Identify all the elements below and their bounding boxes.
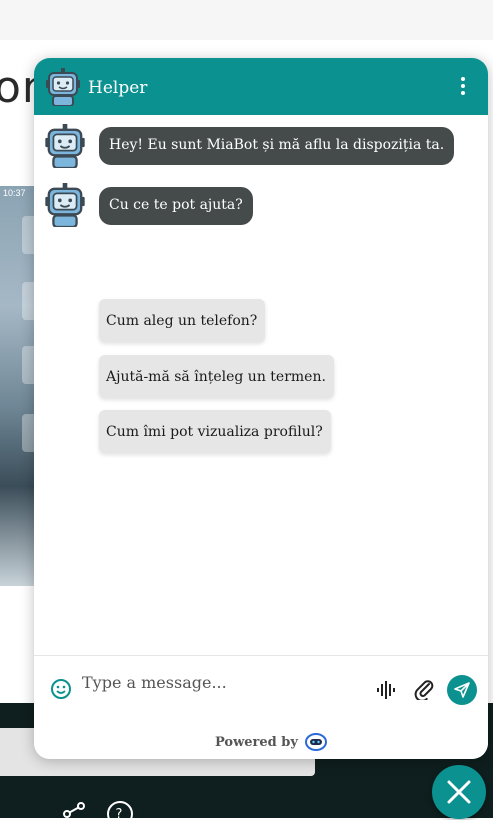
quick-reply-button[interactable]: Cum îmi pot vizualiza profilul? (99, 410, 331, 453)
chat-title: Helper (88, 78, 148, 98)
message-list: Hey! Eu sunt MiaBot și mă aflu la dispoz… (34, 115, 488, 711)
send-button[interactable] (447, 675, 477, 705)
bot-message: Cu ce te pot ajuta? (99, 187, 253, 225)
close-icon (447, 780, 471, 804)
robot-avatar-icon (46, 68, 80, 106)
send-icon (454, 682, 470, 698)
help-icon[interactable]: ? (106, 800, 134, 820)
svg-text:?: ? (116, 807, 123, 820)
powered-by-footer: Powered by (34, 721, 488, 759)
brand-logo-icon (305, 733, 327, 751)
phone-time: 10:37 (3, 188, 26, 198)
robot-avatar-icon (45, 124, 85, 168)
paperclip-icon[interactable] (414, 678, 434, 700)
robot-avatar-icon (45, 183, 85, 227)
chat-header: Helper (34, 58, 488, 115)
kebab-menu-icon[interactable] (458, 77, 468, 97)
message-input[interactable] (80, 668, 314, 696)
bot-message: Hey! Eu sunt MiaBot și mă aflu la dispoz… (99, 127, 455, 165)
message-composer (34, 655, 488, 722)
emoji-icon[interactable] (50, 678, 72, 700)
page-top-bar (0, 0, 493, 40)
powered-by-text: Powered by (215, 735, 298, 750)
chat-widget: Helper Hey! Eu sunt MiaBot și mă aflu la… (34, 58, 488, 759)
quick-reply-button[interactable]: Cum aleg un telefon? (99, 299, 266, 342)
microphone-icon[interactable] (376, 680, 398, 700)
share-icon[interactable] (62, 800, 88, 820)
quick-reply-button[interactable]: Ajută-mă să înțeleg un termen. (99, 355, 334, 398)
close-chat-button[interactable] (432, 765, 486, 819)
